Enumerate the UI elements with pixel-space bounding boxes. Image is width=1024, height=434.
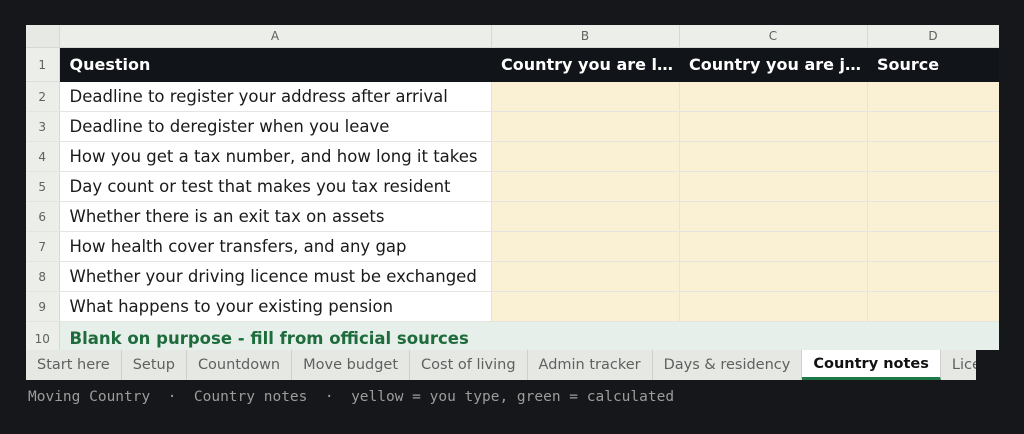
input-cell-source[interactable] xyxy=(867,201,999,232)
input-cell-joining[interactable] xyxy=(679,111,868,142)
input-cell-source[interactable] xyxy=(867,291,999,322)
column-header-d[interactable]: D xyxy=(867,25,999,48)
input-cell-joining[interactable] xyxy=(679,261,868,292)
input-cell-leaving[interactable] xyxy=(491,291,680,322)
table-row: 7 How health cover transfers, and any ga… xyxy=(26,231,999,262)
question-cell[interactable]: Whether there is an exit tax on assets xyxy=(59,201,492,232)
input-cell-source[interactable] xyxy=(867,261,999,292)
tab-admin-tracker[interactable]: Admin tracker xyxy=(528,350,653,380)
column-header-b[interactable]: B xyxy=(491,25,680,48)
row-number[interactable]: 8 xyxy=(26,261,60,292)
question-cell[interactable]: Deadline to register your address after … xyxy=(59,81,492,112)
caption-app-name: Moving Country xyxy=(28,389,151,405)
input-cell-leaving[interactable] xyxy=(491,231,680,262)
tab-setup[interactable]: Setup xyxy=(122,350,187,380)
select-all-corner[interactable] xyxy=(26,25,60,48)
sheet-grid: A B C D 1 Question Country you are le...… xyxy=(26,25,999,350)
input-cell-source[interactable] xyxy=(867,141,999,172)
question-cell[interactable]: Whether your driving licence must be exc… xyxy=(59,261,492,292)
input-cell-leaving[interactable] xyxy=(491,201,680,232)
input-cell-leaving[interactable] xyxy=(491,111,680,142)
caption-separator: · xyxy=(324,389,334,405)
column-header-row: A B C D xyxy=(26,25,999,48)
input-cell-joining[interactable] xyxy=(679,291,868,322)
input-cell-joining[interactable] xyxy=(679,201,868,232)
input-cell-leaving[interactable] xyxy=(491,261,680,292)
input-cell-source[interactable] xyxy=(867,81,999,112)
spreadsheet: A B C D 1 Question Country you are le...… xyxy=(26,25,999,350)
column-header-a[interactable]: A xyxy=(59,25,492,48)
tab-cost-of-living[interactable]: Cost of living xyxy=(410,350,528,380)
tab-country-notes[interactable]: Country notes xyxy=(802,350,941,380)
row-number[interactable]: 10 xyxy=(26,321,60,350)
input-cell-leaving[interactable] xyxy=(491,81,680,112)
input-cell-leaving[interactable] xyxy=(491,171,680,202)
header-country-joining[interactable]: Country you are jo... xyxy=(679,47,867,82)
table-row: 2 Deadline to register your address afte… xyxy=(26,81,999,112)
input-cell-source[interactable] xyxy=(867,231,999,262)
tab-days-residency[interactable]: Days & residency xyxy=(653,350,803,380)
input-cell-leaving[interactable] xyxy=(491,141,680,172)
input-cell-joining[interactable] xyxy=(679,81,868,112)
table-row: 4 How you get a tax number, and how long… xyxy=(26,141,999,172)
table-row: 6 Whether there is an exit tax on assets xyxy=(26,201,999,232)
question-cell[interactable]: How health cover transfers, and any gap xyxy=(59,231,492,262)
footer-caption: Moving Country · Country notes · yellow … xyxy=(28,389,674,405)
question-cell[interactable]: Day count or test that makes you tax res… xyxy=(59,171,492,202)
sheet-tabs: Start here Setup Countdown Move budget C… xyxy=(26,350,976,380)
table-header-row: 1 Question Country you are le... Country… xyxy=(26,47,999,82)
input-cell-joining[interactable] xyxy=(679,141,868,172)
row-number[interactable]: 9 xyxy=(26,291,60,322)
caption-sheet-name: Country notes xyxy=(193,389,308,405)
header-country-leaving[interactable]: Country you are le... xyxy=(491,47,679,82)
tab-licence[interactable]: Licence xyxy=(941,350,976,380)
input-cell-source[interactable] xyxy=(867,171,999,202)
note-cell[interactable]: Blank on purpose - fill from official so… xyxy=(59,321,999,350)
input-cell-joining[interactable] xyxy=(679,171,868,202)
caption-separator: · xyxy=(167,389,177,405)
question-cell[interactable]: Deadline to deregister when you leave xyxy=(59,111,492,142)
table-row: 8 Whether your driving licence must be e… xyxy=(26,261,999,292)
question-cell[interactable]: How you get a tax number, and how long i… xyxy=(59,141,492,172)
row-number[interactable]: 1 xyxy=(26,47,60,82)
header-question[interactable]: Question xyxy=(59,47,491,82)
header-source[interactable]: Source xyxy=(867,47,999,82)
question-cell[interactable]: What happens to your existing pension xyxy=(59,291,492,322)
tab-countdown[interactable]: Countdown xyxy=(187,350,293,380)
caption-legend: yellow = you type, green = calculated xyxy=(351,389,675,405)
tab-move-budget[interactable]: Move budget xyxy=(292,350,411,380)
table-row: 9 What happens to your existing pension xyxy=(26,291,999,322)
input-cell-source[interactable] xyxy=(867,111,999,142)
row-number[interactable]: 3 xyxy=(26,111,60,142)
row-number[interactable]: 4 xyxy=(26,141,60,172)
tab-start-here[interactable]: Start here xyxy=(26,350,122,380)
table-row: 5 Day count or test that makes you tax r… xyxy=(26,171,999,202)
row-number[interactable]: 7 xyxy=(26,231,60,262)
column-header-c[interactable]: C xyxy=(679,25,868,48)
input-cell-joining[interactable] xyxy=(679,231,868,262)
row-number[interactable]: 2 xyxy=(26,81,60,112)
note-row: 10 Blank on purpose - fill from official… xyxy=(26,321,999,350)
table-row: 3 Deadline to deregister when you leave xyxy=(26,111,999,142)
row-number[interactable]: 6 xyxy=(26,201,60,232)
row-number[interactable]: 5 xyxy=(26,171,60,202)
